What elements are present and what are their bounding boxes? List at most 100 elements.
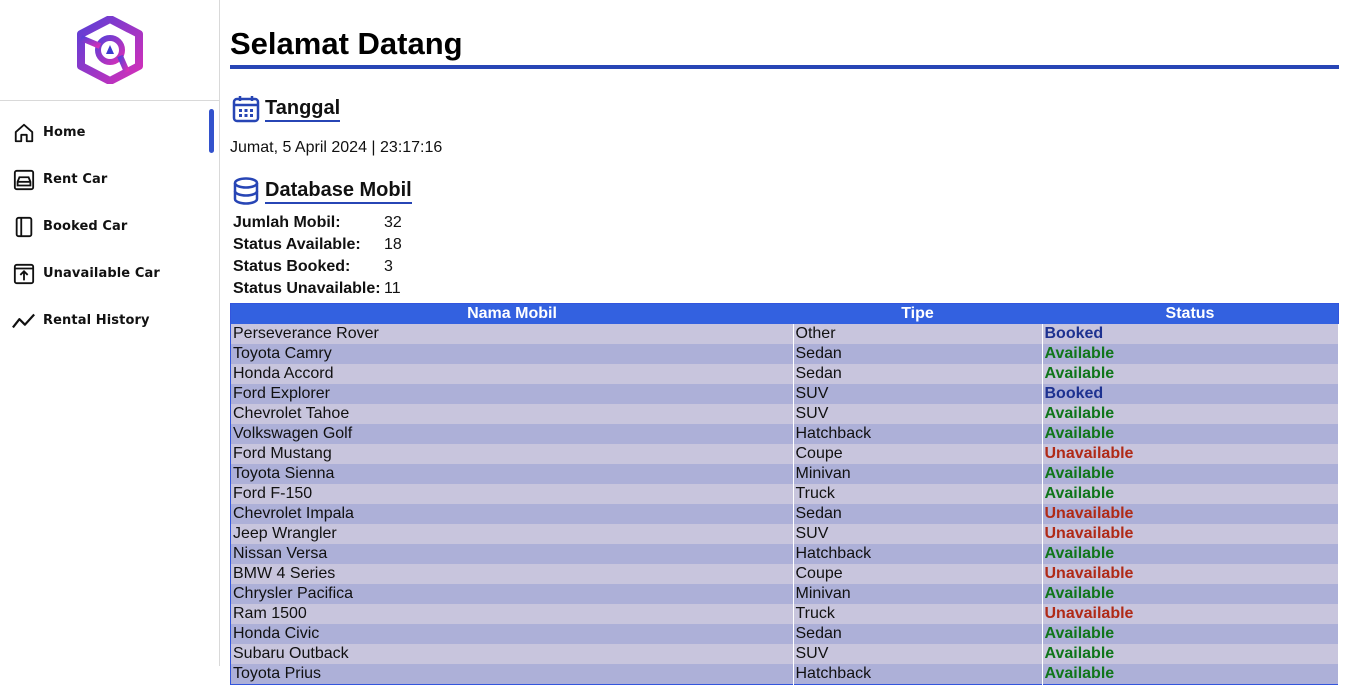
sidebar-item-label: Rent Car bbox=[43, 172, 108, 187]
db-stats: Jumlah Mobil: 32 Status Available: 18 Status… bbox=[233, 212, 1339, 300]
car-status-cell: Unavailable bbox=[1042, 444, 1339, 464]
car-type-cell: SUV bbox=[793, 644, 1043, 664]
car-status-cell: Unavailable bbox=[1042, 564, 1339, 584]
trend-line-icon bbox=[12, 309, 36, 333]
table-row: Subaru Outback SUV Available bbox=[230, 644, 1339, 664]
car-name-cell: BMW 4 Series bbox=[230, 564, 794, 584]
car-name-cell: Toyota Camry bbox=[230, 344, 794, 364]
table-row: BMW 4 Series Coupe Unavailable bbox=[230, 564, 1339, 584]
car-type-cell: Coupe bbox=[793, 564, 1043, 584]
sidebar-item-booked-car[interactable]: Booked Car bbox=[0, 203, 219, 250]
car-status-cell: Unavailable bbox=[1042, 524, 1339, 544]
car-type-cell: Sedan bbox=[793, 344, 1043, 364]
car-type-cell: Minivan bbox=[793, 464, 1043, 484]
db-section-title: Database Mobil bbox=[265, 179, 412, 204]
upload-box-icon bbox=[12, 262, 36, 286]
table-row: Ford Explorer SUV Booked bbox=[230, 384, 1339, 404]
car-status-cell: Available bbox=[1042, 464, 1339, 484]
car-name-cell: Toyota Prius bbox=[230, 664, 794, 685]
car-name-cell: Perseverance Rover bbox=[230, 324, 794, 344]
stat-value: 18 bbox=[384, 236, 402, 253]
table-row: Nissan Versa Hatchback Available bbox=[230, 544, 1339, 564]
logo-area bbox=[0, 0, 219, 101]
car-status-cell: Unavailable bbox=[1042, 604, 1339, 624]
table-row: Chevrolet Impala Sedan Unavailable bbox=[230, 504, 1339, 524]
column-header-tipe: Tipe bbox=[793, 303, 1042, 324]
hexagon-logo-icon[interactable] bbox=[75, 16, 145, 84]
column-header-nama: Nama Mobil bbox=[230, 303, 793, 324]
car-name-cell: Ram 1500 bbox=[230, 604, 794, 624]
car-status-cell: Available bbox=[1042, 664, 1339, 685]
car-status-cell: Available bbox=[1042, 424, 1339, 444]
car-type-cell: Hatchback bbox=[793, 424, 1043, 444]
car-name-cell: Honda Accord bbox=[230, 364, 794, 384]
car-name-cell: Nissan Versa bbox=[230, 544, 794, 564]
car-type-cell: Minivan bbox=[793, 584, 1043, 604]
stat-row: Status Available: 18 bbox=[233, 234, 1339, 256]
current-datetime: Jumat, 5 April 2024 | 23:17:16 bbox=[230, 139, 443, 156]
sidebar-item-unavailable-car[interactable]: Unavailable Car bbox=[0, 250, 219, 297]
column-header-status: Status bbox=[1042, 303, 1339, 324]
car-name-cell: Subaru Outback bbox=[230, 644, 794, 664]
car-type-cell: SUV bbox=[793, 384, 1043, 404]
table-row: Ford F-150 Truck Available bbox=[230, 484, 1339, 504]
stat-value: 11 bbox=[384, 280, 401, 297]
main-content: Selamat Datang Tanggal Jumat, 5 April 20… bbox=[230, 0, 1339, 685]
car-status-cell: Available bbox=[1042, 344, 1339, 364]
stat-row: Status Booked: 3 bbox=[233, 256, 1339, 278]
stat-label: Status Available: bbox=[233, 236, 361, 253]
car-type-cell: SUV bbox=[793, 404, 1043, 424]
car-name-cell: Honda Civic bbox=[230, 624, 794, 644]
car-status-cell: Booked bbox=[1042, 324, 1339, 344]
sidebar-item-label: Home bbox=[43, 125, 86, 140]
car-type-cell: Truck bbox=[793, 604, 1043, 624]
date-section-header: Tanggal bbox=[230, 93, 1339, 125]
stat-label: Status Booked: bbox=[233, 258, 351, 275]
car-status-cell: Available bbox=[1042, 484, 1339, 504]
sidebar-item-label: Unavailable Car bbox=[43, 266, 160, 281]
car-type-cell: Other bbox=[793, 324, 1043, 344]
car-type-cell: Hatchback bbox=[793, 664, 1043, 685]
table-row: Perseverance Rover Other Booked bbox=[230, 324, 1339, 344]
cars-table: Nama Mobil Tipe Status Perseverance Rove… bbox=[230, 303, 1339, 685]
car-name-cell: Ford Mustang bbox=[230, 444, 794, 464]
table-row: Jeep Wrangler SUV Unavailable bbox=[230, 524, 1339, 544]
car-name-cell: Toyota Sienna bbox=[230, 464, 794, 484]
table-row: Honda Civic Sedan Available bbox=[230, 624, 1339, 644]
table-row: Chrysler Pacifica Minivan Available bbox=[230, 584, 1339, 604]
stat-value: 3 bbox=[384, 258, 393, 275]
car-name-cell: Ford Explorer bbox=[230, 384, 794, 404]
table-row: Toyota Prius Hatchback Available bbox=[230, 664, 1339, 685]
car-name-cell: Volkswagen Golf bbox=[230, 424, 794, 444]
table-header-row: Nama Mobil Tipe Status bbox=[230, 303, 1339, 324]
sidebar-item-label: Booked Car bbox=[43, 219, 128, 234]
sidebar-item-home[interactable]: Home bbox=[0, 109, 219, 156]
stat-value: 32 bbox=[384, 214, 402, 231]
table-row: Chevrolet Tahoe SUV Available bbox=[230, 404, 1339, 424]
car-icon bbox=[12, 168, 36, 192]
table-row: Ram 1500 Truck Unavailable bbox=[230, 604, 1339, 624]
car-status-cell: Available bbox=[1042, 544, 1339, 564]
car-status-cell: Booked bbox=[1042, 384, 1339, 404]
date-section-title: Tanggal bbox=[265, 97, 341, 122]
book-icon bbox=[12, 215, 36, 239]
table-row: Honda Accord Sedan Available bbox=[230, 364, 1339, 384]
car-status-cell: Available bbox=[1042, 584, 1339, 604]
table-row: Volkswagen Golf Hatchback Available bbox=[230, 424, 1339, 444]
car-status-cell: Available bbox=[1042, 404, 1339, 424]
stat-label: Jumlah Mobil: bbox=[233, 214, 341, 231]
sidebar-nav: Home Rent Car Booked Car Unavailable Car Ren… bbox=[0, 109, 219, 344]
car-status-cell: Available bbox=[1042, 364, 1339, 384]
car-type-cell: Truck bbox=[793, 484, 1043, 504]
table-row: Toyota Sienna Minivan Available bbox=[230, 464, 1339, 484]
sidebar-item-label: Rental History bbox=[43, 313, 150, 328]
stat-label: Status Unavailable: bbox=[233, 280, 381, 297]
car-type-cell: Sedan bbox=[793, 624, 1043, 644]
sidebar-item-rental-history[interactable]: Rental History bbox=[0, 297, 219, 344]
home-icon bbox=[12, 121, 36, 145]
car-type-cell: Sedan bbox=[793, 364, 1043, 384]
stat-row: Jumlah Mobil: 32 bbox=[233, 212, 1339, 234]
db-section-header: Database Mobil bbox=[230, 175, 1339, 207]
sidebar-item-rent-car[interactable]: Rent Car bbox=[0, 156, 219, 203]
page-title: Selamat Datang bbox=[230, 26, 1339, 69]
